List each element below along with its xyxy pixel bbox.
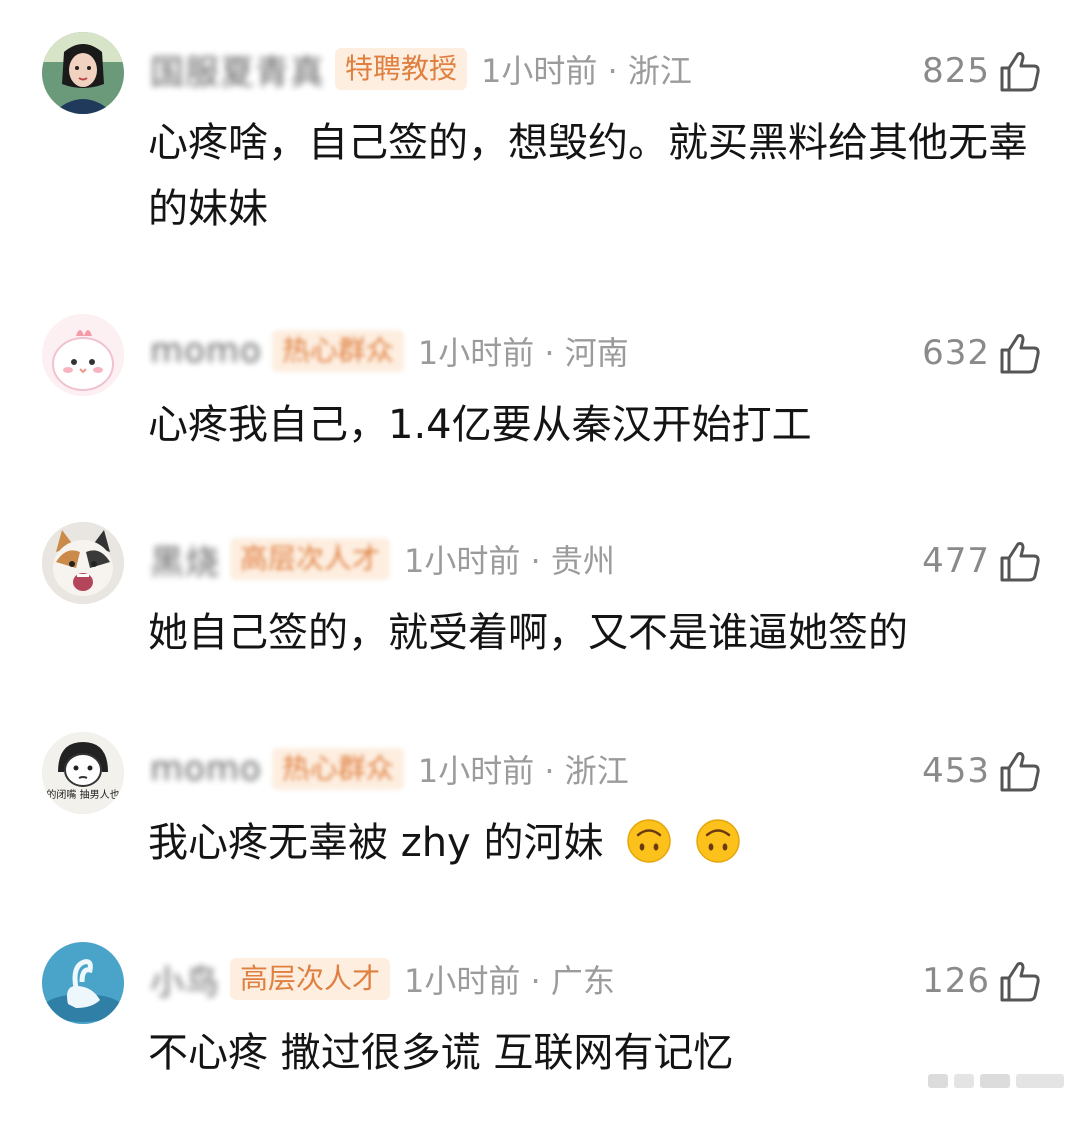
comment-text: 心疼我自己，1.4亿要从秦汉开始打工 — [148, 402, 812, 448]
screaming-cat-avatar — [42, 522, 124, 604]
cartoon-girl-avatar: 男的闭嘴 抽男人也闭 — [42, 732, 124, 814]
comment-item: momo 热心群众 1小时前 · 河南 632 心疼我自己，1.4亿要从秦汉开始… — [0, 314, 1080, 514]
comment-item: 黑烧 高层次人才 1小时前 · 贵州 477 她自己签的，就受着啊，又不是谁逼她… — [0, 522, 1080, 722]
user-avatar[interactable] — [42, 32, 124, 114]
user-badge: 特聘教授 — [335, 48, 468, 90]
user-avatar[interactable] — [42, 522, 124, 604]
like-count: 825 — [922, 51, 990, 91]
like-count: 453 — [922, 751, 990, 791]
comment-meta: momo 热心群众 1小时前 · 浙江 — [150, 746, 629, 792]
time-location: 1小时前 · 浙江 — [417, 752, 629, 790]
user-avatar[interactable] — [42, 314, 124, 396]
comment-item: 男的闭嘴 抽男人也闭 momo 热心群众 1小时前 · 浙江 453 我心疼无辜… — [0, 732, 1080, 932]
like-button[interactable]: 453 — [922, 746, 1042, 796]
user-badge: 热心群众 — [271, 330, 404, 372]
comment-item: 国服夏青真 特聘教授 1小时前 · 浙江 825 心疼啥，自己签的，想毁约。就买… — [0, 32, 1080, 232]
like-count: 632 — [922, 333, 990, 373]
comment-meta: 黑烧 高层次人才 1小时前 · 贵州 — [150, 535, 615, 584]
like-button[interactable]: 825 — [922, 46, 1042, 96]
thumbs-up-icon — [1000, 752, 1040, 792]
comment-text: 不心疼 撒过很多谎 互联网有记忆 — [148, 1030, 734, 1076]
like-count: 126 — [922, 961, 990, 1001]
upside-down-face-emoji — [696, 819, 740, 863]
comment-text: 她自己签的，就受着啊，又不是谁逼她签的 — [148, 610, 908, 656]
time-location: 1小时前 · 广东 — [404, 962, 615, 1000]
comment-text: 心疼啥，自己签的，想毁约。就买黑料给其他无辜的妹妹 — [148, 120, 1028, 232]
time-location: 1小时前 · 贵州 — [404, 542, 615, 580]
username[interactable]: momo — [150, 331, 262, 371]
username[interactable]: momo — [150, 749, 262, 789]
comment-text-body: 我心疼无辜被 zhy 的河妹 — [148, 820, 604, 866]
comment-text: 我心疼无辜被 zhy 的河妹 — [148, 810, 1038, 876]
user-avatar[interactable] — [42, 942, 124, 1024]
avatar-caption: 男的闭嘴 抽男人也闭 — [42, 788, 124, 801]
user-badge: 高层次人才 — [230, 958, 391, 1000]
username[interactable]: 小鸟 — [150, 955, 220, 1004]
swan-avatar — [42, 942, 124, 1024]
time-location: 1小时前 · 浙江 — [481, 52, 692, 90]
thumbs-up-icon — [1000, 52, 1040, 92]
username[interactable]: 国服夏青真 — [150, 45, 325, 94]
like-count: 477 — [922, 541, 990, 581]
like-button[interactable]: 477 — [922, 536, 1042, 586]
comment-meta: momo 热心群众 1小时前 · 河南 — [150, 328, 629, 374]
user-badge: 高层次人才 — [230, 538, 391, 580]
comment-item: 小鸟 高层次人才 1小时前 · 广东 126 不心疼 撒过很多谎 互联网有记忆 — [0, 942, 1080, 1142]
watermark-logo — [928, 1074, 1064, 1088]
thumbs-up-icon — [1000, 962, 1040, 1002]
username[interactable]: 黑烧 — [150, 535, 220, 584]
user-avatar[interactable]: 男的闭嘴 抽男人也闭 — [42, 732, 124, 814]
user-badge: 热心群众 — [271, 748, 404, 790]
comment-meta: 国服夏青真 特聘教授 1小时前 · 浙江 — [150, 45, 692, 94]
like-button[interactable]: 632 — [922, 328, 1042, 378]
thumbs-up-icon — [1000, 542, 1040, 582]
pink-chick-avatar — [42, 314, 124, 396]
comment-meta: 小鸟 高层次人才 1小时前 · 广东 — [150, 955, 615, 1004]
like-button[interactable]: 126 — [922, 956, 1042, 1006]
upside-down-face-emoji — [627, 819, 671, 863]
girl-portrait-avatar — [42, 32, 124, 114]
thumbs-up-icon — [1000, 334, 1040, 374]
time-location: 1小时前 · 河南 — [417, 334, 629, 372]
